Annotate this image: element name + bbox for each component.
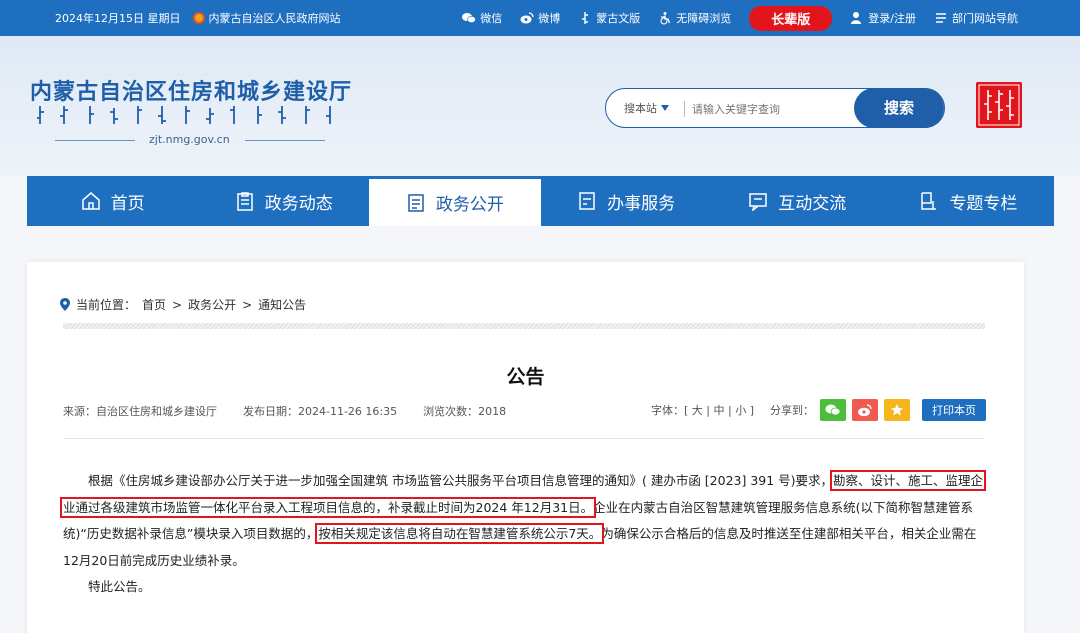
login-register-label: 登录/注册 [868, 12, 916, 25]
wechat-label: 微信 [480, 12, 503, 25]
accessibility-icon [660, 12, 671, 25]
service-icon [579, 192, 595, 210]
dept-site-nav-label: 部门网站导航 [952, 12, 1018, 25]
domain-text: zjt.nmg.gov.cn [149, 133, 230, 146]
breadcrumb: 当前位置： 首页 > 政务公开 > 通知公告 [60, 296, 306, 313]
highlighted-publicity-text: 按相关规定该信息将自动在智慧建管系统公示7天。 [315, 523, 605, 544]
nav-tab-home[interactable]: 首页 [27, 176, 198, 226]
mongolian-version-link[interactable]: 蒙古文版 [578, 10, 640, 26]
search-scope-label: 搜本站 [624, 102, 657, 115]
login-register-link[interactable]: 登录/注册 [850, 10, 916, 26]
search-scope-select[interactable]: 搜本站 [624, 100, 669, 116]
weibo-label: 微博 [538, 12, 561, 25]
article-title: 公告 [506, 366, 545, 388]
article-source: 来源：自治区住房和城乡建设厅 [63, 405, 217, 418]
document-icon [408, 193, 424, 212]
wechat-link[interactable]: 微信 [462, 10, 502, 26]
site-title: 内蒙古自治区住房和城乡建设厅 [30, 80, 353, 105]
elder-version-button[interactable]: 长辈版 [749, 5, 833, 31]
article-body: 根据《住房城乡建设部办公厅关于进一步加强全国建筑 市场监管公共服务平台项目信息管… [59, 468, 989, 601]
weibo-icon [858, 404, 872, 417]
user-icon [851, 12, 862, 24]
nav-tab-label: 互动交流 [778, 193, 847, 214]
article-closing: 特此公告。 [88, 579, 151, 594]
breadcrumb-disclosure-link[interactable]: 政务公开 [188, 296, 236, 313]
nav-tab-label: 首页 [110, 193, 145, 214]
site-header: 内蒙古自治区住房和城乡建设厅 zjt.nmg.gov.cn 搜本站 请输入关键字… [0, 36, 1080, 176]
share-label: 分享到： [770, 404, 814, 417]
nav-tab-interaction[interactable]: 互动交流 [712, 176, 883, 226]
nav-tab-gov-news[interactable]: 政务动态 [198, 176, 369, 226]
article-date: 发布日期：2024-11-26 16:35 [243, 405, 398, 418]
gov-emblem-icon [192, 12, 205, 24]
nav-tab-label: 专题专栏 [949, 193, 1018, 214]
weibo-link[interactable]: 微博 [520, 10, 560, 26]
nav-tab-label: 政务动态 [264, 193, 333, 214]
weibo-icon [520, 12, 534, 24]
meta-divider [63, 438, 985, 439]
paragraph-text: 根据《住房城乡建设部办公厅关于进一步加强全国建筑 市场监管公共服务平台项目信息管… [88, 473, 834, 488]
gov-site-label: 内蒙古自治区人民政府网站 [208, 12, 341, 25]
share-weibo-button[interactable] [852, 399, 878, 421]
favorite-button[interactable] [884, 399, 910, 421]
star-icon [891, 404, 903, 416]
hatch-divider [63, 323, 985, 329]
location-pin-icon [60, 298, 70, 311]
caret-down-icon [661, 105, 669, 111]
search-box: 搜本站 搜索 [605, 88, 945, 128]
dept-site-nav-link[interactable]: 部门网站导航 [934, 10, 1018, 26]
main-nav: 首页 政务动态 政务公开 办事服务 互动交流 专题专栏 [27, 176, 1054, 226]
wechat-icon [462, 13, 477, 24]
mongolian-seal-logo [976, 82, 1022, 128]
chat-icon [749, 193, 768, 211]
search-button[interactable]: 搜索 [854, 88, 944, 128]
nav-tab-services[interactable]: 办事服务 [541, 176, 712, 226]
accessible-browse-link[interactable]: 无障碍浏览 [658, 10, 731, 26]
top-bar: 2024年12月15日 星期日 内蒙古自治区人民政府网站 微信 微博 蒙古文版 … [0, 0, 1080, 36]
article-views: 浏览次数：2018 [423, 405, 507, 418]
mongolian-script-icon [582, 12, 589, 24]
clipboard-icon [237, 192, 253, 211]
topic-icon [921, 192, 937, 210]
mongolian-version-label: 蒙古文版 [596, 12, 641, 25]
font-size-switch[interactable]: 字体：[ 大 | 中 | 小 ] [651, 402, 754, 418]
print-page-button[interactable]: 打印本页 [922, 399, 986, 421]
search-input[interactable] [692, 98, 852, 120]
breadcrumb-notices-link[interactable]: 通知公告 [258, 296, 306, 313]
share-wechat-button[interactable] [820, 399, 846, 421]
current-date: 2024年12月15日 星期日 [55, 12, 181, 25]
article-tools: 字体：[ 大 | 中 | 小 ] 分享到： 打印本页 [651, 399, 986, 421]
breadcrumb-prefix: 当前位置： [76, 298, 137, 312]
accessible-browse-label: 无障碍浏览 [676, 12, 732, 25]
breadcrumb-home-link[interactable]: 首页 [142, 296, 166, 313]
article-paragraph: 根据《住房城乡建设部办公厅关于进一步加强全国建筑 市场监管公共服务平台项目信息管… [59, 468, 989, 574]
breadcrumb-separator: > [242, 297, 253, 312]
menu-icon [936, 13, 946, 23]
article-card: 当前位置： 首页 > 政务公开 > 通知公告 公告 来源：自治区住房和城乡建设厅… [27, 262, 1024, 633]
nav-tab-gov-disclosure[interactable]: 政务公开 [369, 176, 541, 226]
home-icon [81, 192, 100, 210]
wechat-icon [825, 404, 841, 416]
gov-site-link[interactable]: 内蒙古自治区人民政府网站 [192, 10, 341, 26]
mongolian-title-image [37, 106, 331, 124]
breadcrumb-separator: > [172, 297, 183, 312]
nav-tab-label: 政务公开 [435, 195, 504, 215]
nav-tab-topics[interactable]: 专题专栏 [883, 176, 1054, 226]
site-domain: zjt.nmg.gov.cn [55, 133, 325, 147]
nav-tab-label: 办事服务 [607, 193, 676, 214]
article-meta: 来源：自治区住房和城乡建设厅 发布日期：2024-11-26 16:35 浏览次… [63, 403, 506, 419]
